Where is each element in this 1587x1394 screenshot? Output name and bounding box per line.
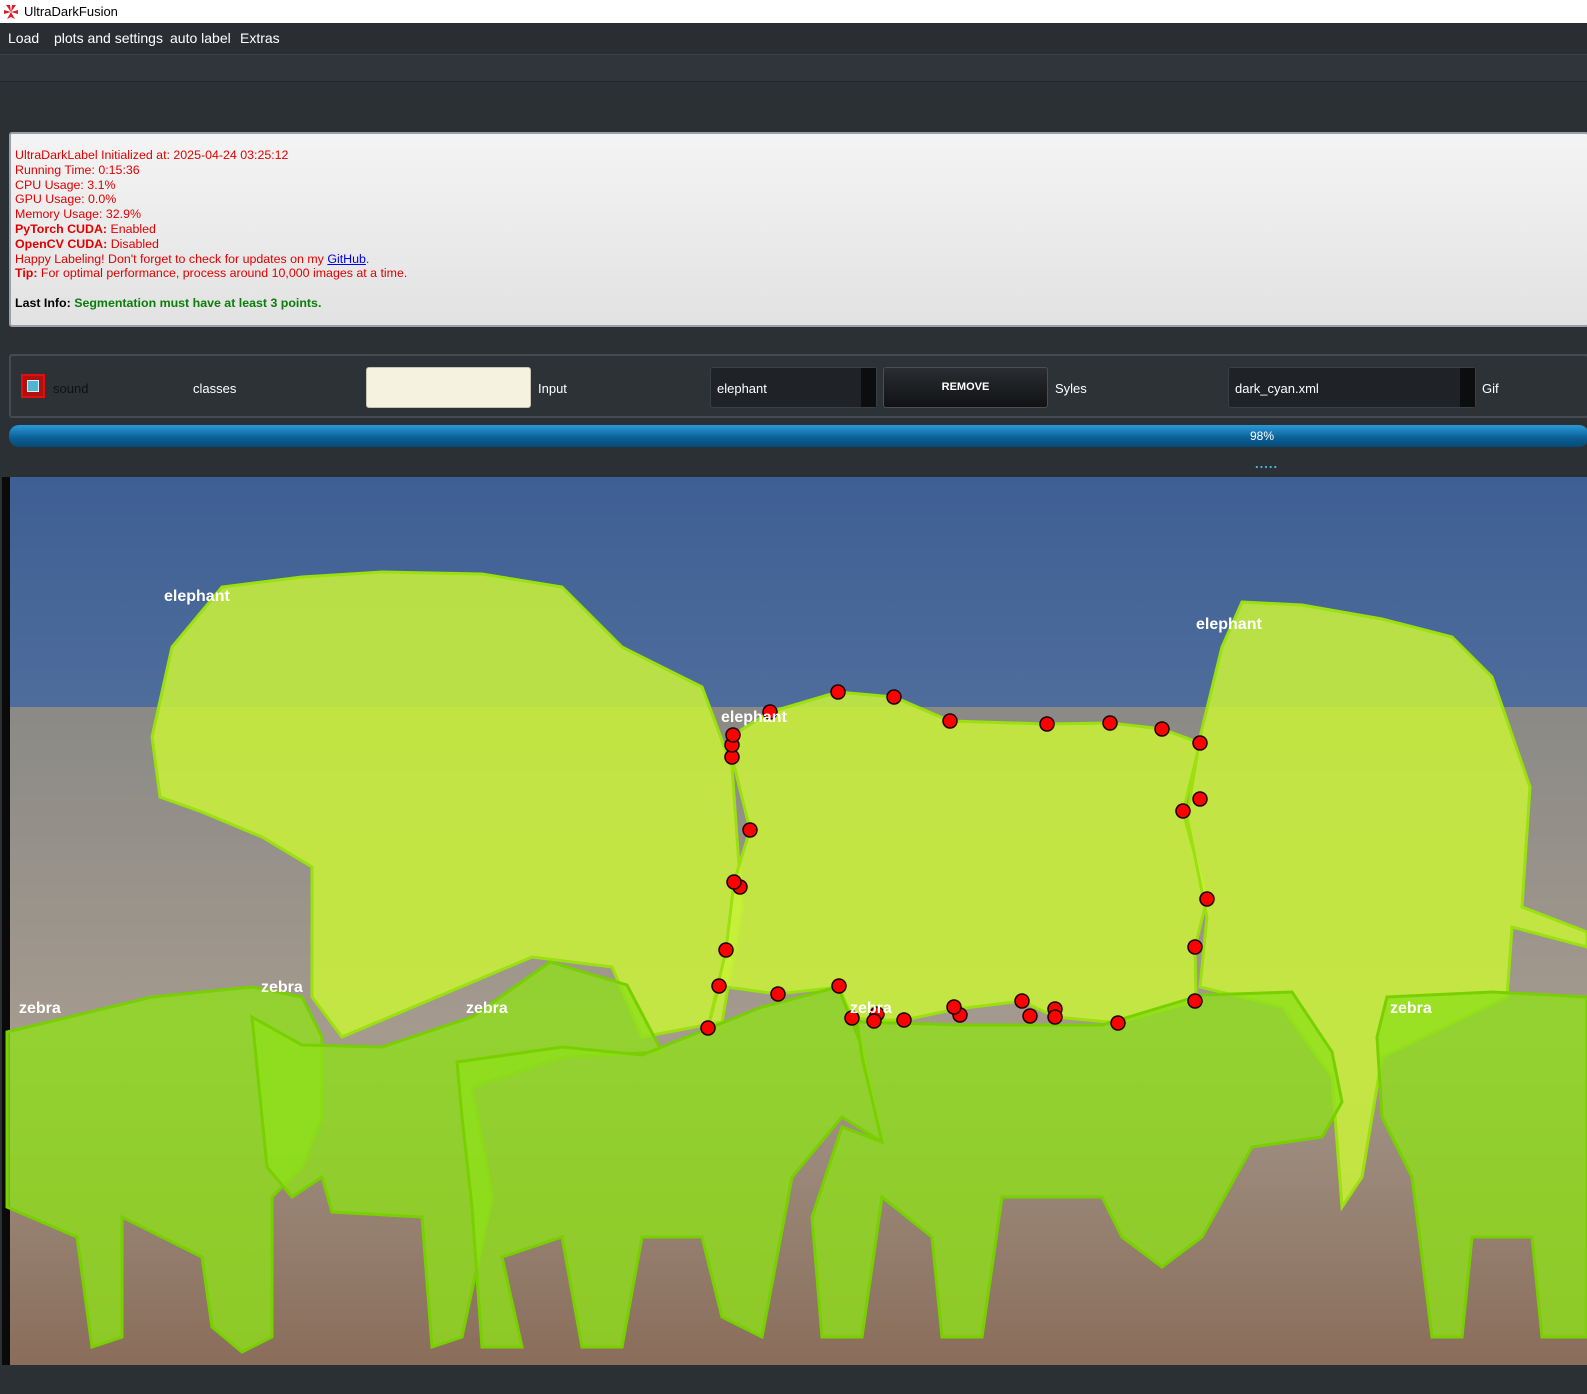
log-cpu-usage: CPU Usage: 3.1%: [15, 177, 116, 192]
vertex-point[interactable]: [1047, 1009, 1063, 1025]
canvas-left-border: [2, 477, 10, 1365]
vertex-point[interactable]: [1154, 721, 1170, 737]
style-select[interactable]: dark_cyan.xml: [1228, 367, 1476, 408]
vertex-point[interactable]: [1187, 939, 1203, 955]
menu-plots-and-settings[interactable]: plots and settings: [54, 30, 163, 46]
vertex-point[interactable]: [725, 727, 741, 743]
vertex-point[interactable]: [886, 689, 902, 705]
vertex-point[interactable]: [942, 713, 958, 729]
class-select[interactable]: elephant: [710, 367, 877, 408]
controls-panel: sound classes Input elephant REMOVE Syle…: [9, 354, 1587, 418]
vertex-point[interactable]: [711, 978, 727, 994]
classes-label: classes: [193, 381, 237, 396]
tip-text: For optimal performance, process around …: [37, 266, 408, 281]
vertex-point[interactable]: [1022, 1008, 1038, 1024]
title-bar: UltraDarkFusion: [0, 0, 1587, 24]
log-tip: Tip: For optimal performance, process ar…: [15, 266, 1587, 281]
vertex-point[interactable]: [946, 999, 962, 1015]
annotation-view[interactable]: elephant elephant elephant zebra zebra z…: [2, 477, 1587, 1365]
progress-bar: 98%: [9, 425, 1587, 447]
vertex-point[interactable]: [700, 1020, 716, 1036]
input-label: Input: [538, 381, 567, 396]
toolbar-strip: [0, 55, 1587, 82]
style-select-value: dark_cyan.xml: [1235, 381, 1319, 396]
log-opencv-cuda: OpenCV CUDA: Disabled: [15, 237, 1587, 252]
vertex-point[interactable]: [1014, 993, 1030, 1009]
opencv-value: Disabled: [107, 236, 159, 251]
status-bar: [0, 1365, 1587, 1394]
elephant-mask-middle[interactable]: [706, 690, 1209, 1029]
class-select-dropdown-icon[interactable]: [861, 368, 876, 407]
vertex-point[interactable]: [726, 874, 742, 890]
app-logo-icon: [4, 5, 18, 19]
happy-end: .: [365, 251, 370, 266]
vertex-point[interactable]: [831, 978, 847, 994]
log-gpu-usage: GPU Usage: 0.0%: [15, 192, 117, 207]
checkbox-check-icon: [27, 380, 39, 392]
github-link[interactable]: GitHub: [327, 252, 366, 266]
vertex-point[interactable]: [1175, 803, 1191, 819]
label-elephant-right: elephant: [1196, 616, 1262, 633]
vertex-point[interactable]: [718, 942, 734, 958]
menu-load[interactable]: Load: [8, 30, 39, 46]
vertex-point[interactable]: [1110, 1015, 1126, 1031]
label-elephant-left: elephant: [164, 588, 230, 605]
happy-text: Happy Labeling! Don't forget to check fo…: [15, 251, 328, 266]
vertex-point[interactable]: [1187, 993, 1203, 1009]
class-input[interactable]: [366, 367, 531, 408]
info-log-panel: UltraDarkLabel Initialized at: 2025-04-2…: [9, 132, 1587, 327]
progress-percent: 98%: [1249, 429, 1274, 443]
sound-label: sound: [53, 381, 89, 396]
vertex-point[interactable]: [1039, 716, 1055, 732]
label-elephant-middle: elephant: [721, 709, 787, 726]
vertex-point[interactable]: [896, 1012, 912, 1028]
vertex-point[interactable]: [1102, 715, 1118, 731]
vertex-point[interactable]: [1192, 791, 1208, 807]
label-zebra-3: zebra: [466, 1000, 508, 1017]
label-zebra-4: zebra: [850, 1000, 892, 1017]
menu-auto-label[interactable]: auto label: [170, 30, 231, 46]
tip-label: Tip:: [15, 266, 38, 281]
style-select-dropdown-icon[interactable]: [1460, 368, 1475, 407]
label-zebra-1: zebra: [19, 1000, 61, 1017]
window-title: UltraDarkFusion: [24, 4, 118, 19]
label-zebra-5: zebra: [1390, 1000, 1432, 1017]
log-initialized: UltraDarkLabel Initialized at: 2025-04-2…: [15, 148, 289, 162]
styles-label: Syles: [1055, 381, 1087, 396]
remove-button[interactable]: REMOVE: [883, 367, 1048, 408]
log-running-time: Running Time: 0:15:36: [15, 162, 140, 177]
last-info-label: Last Info:: [15, 296, 71, 311]
vertex-point[interactable]: [830, 684, 846, 700]
class-select-value: elephant: [717, 381, 767, 396]
log-spacer: [15, 281, 1587, 296]
menu-bar: Load plots and settings auto label Extra…: [0, 23, 1587, 55]
pytorch-label: PyTorch CUDA:: [15, 221, 108, 236]
last-info-message: Segmentation must have at least 3 points…: [70, 296, 322, 311]
opencv-label: OpenCV CUDA:: [15, 236, 108, 251]
log-last-info: Last Info: Segmentation must have at lea…: [15, 296, 1587, 311]
vertex-point[interactable]: [1199, 891, 1215, 907]
log-happy-labeling: Happy Labeling! Don't forget to check fo…: [15, 252, 1587, 267]
vertex-point[interactable]: [1192, 735, 1208, 751]
label-zebra-2: zebra: [261, 979, 303, 996]
log-memory-usage: Memory Usage: 32.9%: [15, 207, 142, 222]
log-pytorch-cuda: PyTorch CUDA: Enabled: [15, 222, 1587, 237]
gif-label: Gif: [1482, 381, 1499, 396]
status-dots: .....: [1255, 456, 1279, 471]
vertex-point[interactable]: [770, 986, 786, 1002]
pytorch-value: Enabled: [107, 221, 156, 236]
vertex-point[interactable]: [742, 822, 758, 838]
sound-checkbox[interactable]: [21, 374, 45, 398]
image-canvas[interactable]: elephant elephant elephant zebra zebra z…: [2, 477, 1587, 1365]
menu-extras[interactable]: Extras: [240, 30, 280, 46]
